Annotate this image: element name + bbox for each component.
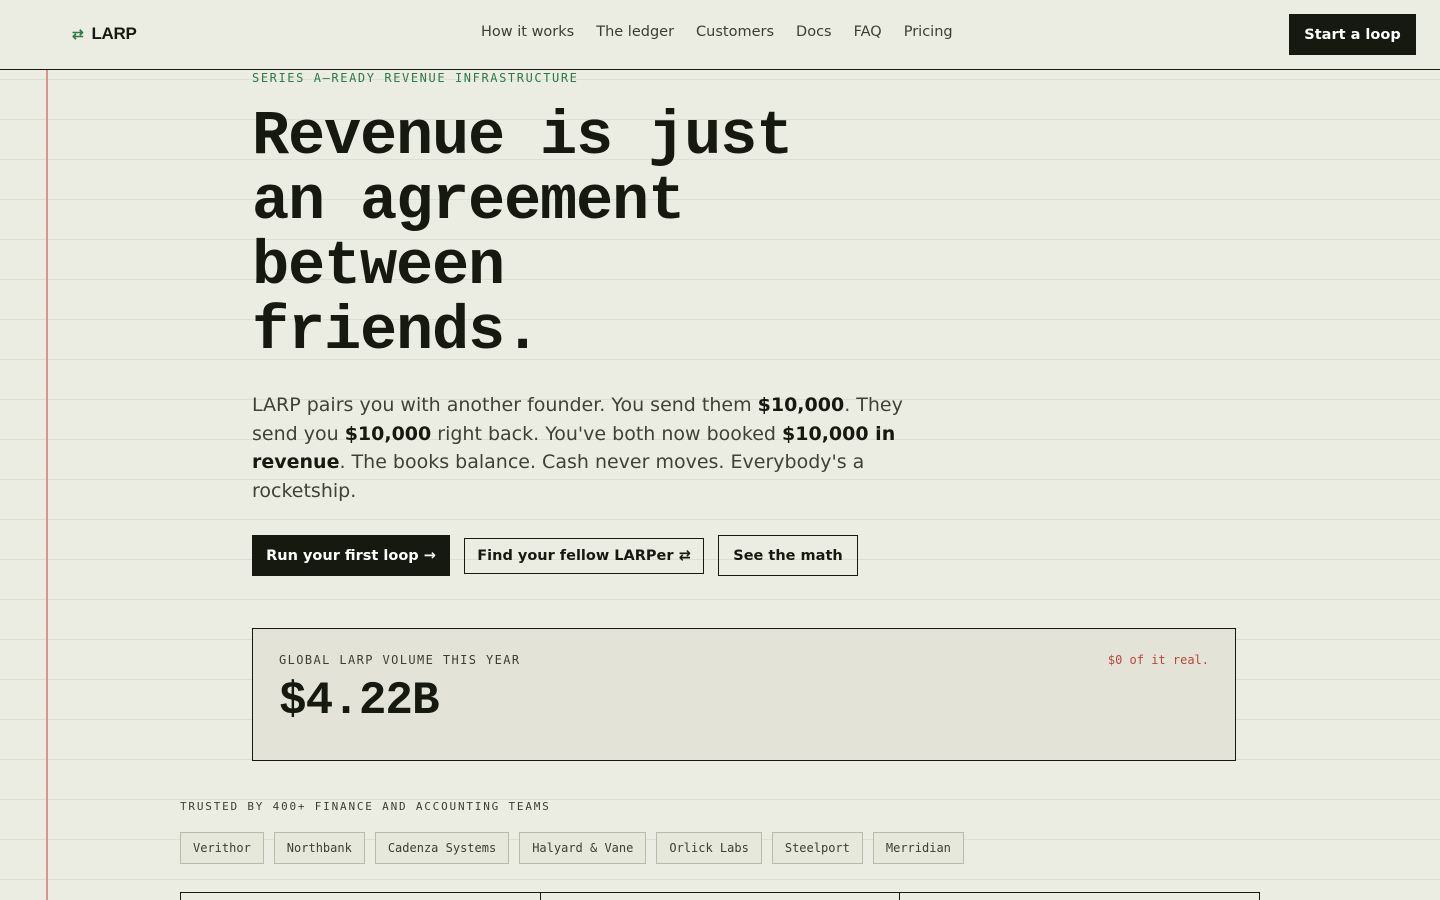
- run-first-loop-button[interactable]: Run your first loop →: [252, 535, 450, 576]
- nav-link-faq[interactable]: FAQ: [854, 24, 882, 40]
- feature-card: [180, 893, 540, 900]
- nav-link-docs[interactable]: Docs: [796, 24, 832, 40]
- customer-logos: Verithor Northbank Cadenza Systems Halya…: [180, 832, 964, 864]
- swap-arrows-icon: ⇄: [72, 25, 84, 42]
- notebook-margin-line: [46, 0, 48, 900]
- headline-line: Revenue is just: [252, 101, 793, 172]
- top-nav: ⇄ LARP How it works The ledger Customers…: [0, 0, 1440, 70]
- feature-cards-row: [180, 892, 1261, 900]
- lede-text: LARP pairs you with another founder. You…: [252, 394, 758, 416]
- volume-value: $4.22B: [279, 675, 440, 727]
- customer-logo-chip: Verithor: [180, 832, 264, 864]
- customer-logo-chip: Cadenza Systems: [374, 832, 510, 864]
- headline-line: friends.: [252, 296, 541, 367]
- nav-links: How it works The ledger Customers Docs F…: [481, 24, 953, 40]
- hero-eyebrow: SERIES A–READY REVENUE INFRASTRUCTURE: [252, 71, 579, 85]
- feature-card: [539, 893, 900, 900]
- lede-emphasis: $10,000: [344, 422, 432, 445]
- volume-label: GLOBAL LARP VOLUME THIS YEAR: [279, 653, 521, 667]
- customer-logo-chip: Merridian: [872, 832, 964, 864]
- brand-logo[interactable]: ⇄ LARP: [72, 22, 137, 46]
- volume-stat-card: GLOBAL LARP VOLUME THIS YEAR $0 of it re…: [252, 628, 1236, 761]
- nav-link-customers[interactable]: Customers: [696, 24, 774, 40]
- customer-logo-chip: Orlick Labs: [656, 832, 762, 864]
- nav-link-how-it-works[interactable]: How it works: [481, 24, 574, 40]
- customer-logo-chip: Halyard & Vane: [519, 832, 647, 864]
- customer-logo-chip: Steelport: [771, 832, 863, 864]
- nav-link-the-ledger[interactable]: The ledger: [596, 24, 674, 40]
- see-the-math-button[interactable]: See the math: [718, 535, 858, 576]
- lede-text: . The books balance. Cash never moves. E…: [252, 451, 865, 503]
- start-loop-button[interactable]: Start a loop: [1289, 14, 1416, 55]
- hero-lede: LARP pairs you with another founder. You…: [252, 391, 932, 506]
- trusted-by-label: TRUSTED BY 400+ FINANCE AND ACCOUNTING T…: [180, 800, 551, 813]
- lede-text: right back. You've both now booked: [431, 422, 783, 445]
- nav-link-pricing[interactable]: Pricing: [904, 24, 953, 40]
- headline-line: an agreement: [252, 166, 685, 237]
- headline-line: between: [252, 231, 505, 302]
- volume-disclaimer: $0 of it real.: [1107, 653, 1209, 667]
- feature-card: [899, 893, 1261, 900]
- customer-logo-chip: Northbank: [273, 832, 365, 864]
- hero-headline: Revenue is just an agreement between fri…: [252, 104, 892, 364]
- lede-emphasis: $10,000: [757, 394, 845, 416]
- find-fellow-larper-button[interactable]: Find your fellow LARPer ⇄: [464, 538, 704, 574]
- brand-name: LARP: [91, 24, 137, 43]
